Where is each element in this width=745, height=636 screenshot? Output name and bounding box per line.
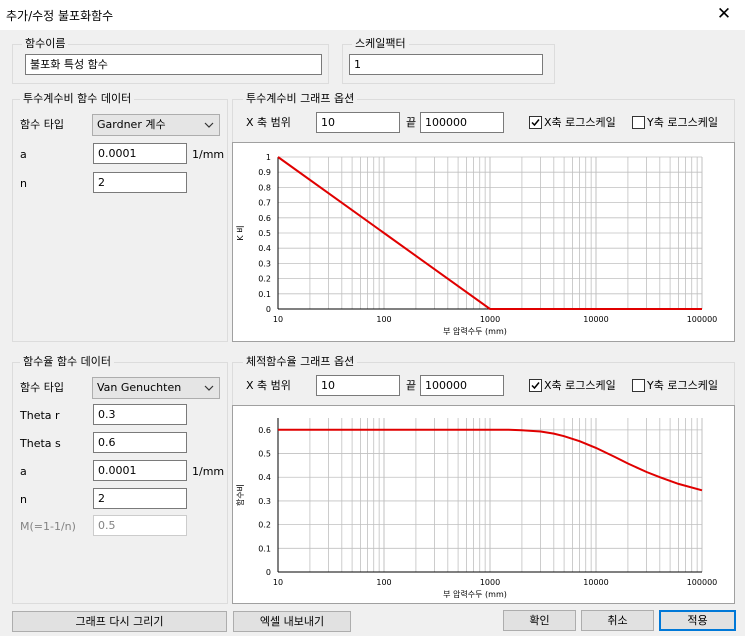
y-tick-label: 1: [266, 153, 271, 162]
y-tick-label: 0.2: [258, 275, 271, 284]
y-tick-label: 0.4: [258, 473, 271, 482]
conductivity-chart-area: 0 0.1 0.2 0.3 0.4 0.5 0.6 0.7 0.8 0.9 1 10 100 1000 10…: [232, 142, 735, 342]
x-tick-label: 100: [376, 578, 391, 587]
conductivity-xlog-label: X축 로그스케일: [544, 116, 616, 129]
y-axis-label: 함수비: [236, 484, 245, 506]
theta-r-label: Theta r: [20, 409, 60, 422]
water-ylog-label: Y축 로그스케일: [647, 379, 718, 392]
y-tick-label: 0.1: [258, 290, 271, 299]
water-type-label: 함수 타입: [20, 381, 64, 394]
x-tick-label: 10: [273, 315, 283, 324]
x-tick-label: 100: [376, 315, 391, 324]
function-name-input[interactable]: 불포화 특성 함수: [25, 54, 322, 75]
conductivity-type-select[interactable]: Gardner 계수: [92, 114, 220, 136]
x-axis-label: 부 압력수두 (mm): [443, 326, 507, 336]
y-tick-label: 0.6: [258, 214, 271, 223]
conductivity-ylog-label: Y축 로그스케일: [647, 116, 718, 129]
scale-factor-input[interactable]: 1: [349, 54, 543, 75]
chevron-down-icon: [204, 122, 214, 128]
y-tick-label: 0.3: [258, 259, 271, 268]
water-xrange-label: X 축 범위: [246, 379, 291, 392]
water-xfrom-input[interactable]: 10: [316, 375, 400, 396]
checkmark-icon: [531, 382, 540, 390]
conductivity-xfrom-input[interactable]: 10: [316, 112, 400, 133]
conductivity-a-label: a: [20, 148, 27, 161]
redraw-graph-button[interactable]: 그래프 다시 그리기: [12, 611, 227, 632]
water-type-select[interactable]: Van Genuchten: [92, 377, 220, 399]
close-button[interactable]: ✕: [713, 3, 735, 25]
water-xlog-label: X축 로그스케일: [544, 379, 616, 392]
x-tick-label: 1000: [480, 578, 500, 587]
conductivity-data-label: 투수계수비 함수 데이터: [20, 92, 135, 105]
x-tick-label: 10: [273, 578, 283, 587]
conductivity-a-unit: 1/mm: [192, 148, 225, 161]
y-tick-label: 0.1: [258, 544, 271, 553]
water-n-label: n: [20, 493, 27, 506]
window-title: 추가/수정 불포화함수: [6, 9, 114, 23]
conductivity-n-input[interactable]: 2: [93, 172, 187, 193]
y-tick-label: 0.9: [258, 168, 271, 177]
theta-s-label: Theta s: [20, 437, 61, 450]
x-tick-label: 1000: [480, 315, 500, 324]
export-excel-button[interactable]: 엑셀 내보내기: [233, 611, 351, 632]
conductivity-end-label: 끝: [406, 116, 417, 129]
ok-button[interactable]: 확인: [503, 610, 576, 631]
conductivity-chart: 0 0.1 0.2 0.3 0.4 0.5 0.6 0.7 0.8 0.9 1 10 100 1000 10…: [236, 153, 718, 336]
water-xto-input[interactable]: 100000: [420, 375, 504, 396]
x-tick-label: 10000: [583, 578, 608, 587]
checkmark-icon: [531, 119, 540, 127]
water-a-input[interactable]: 0.0001: [93, 460, 187, 481]
x-tick-label: 100000: [687, 578, 718, 587]
cancel-button[interactable]: 취소: [581, 610, 654, 631]
water-a-unit: 1/mm: [192, 465, 225, 478]
conductivity-xlog-checkbox[interactable]: [529, 116, 542, 129]
water-ylog-checkbox[interactable]: [632, 379, 645, 392]
x-tick-label: 10000: [583, 315, 608, 324]
title-bar: 추가/수정 불포화함수 ✕: [0, 0, 745, 30]
conductivity-xto-input[interactable]: 100000: [420, 112, 504, 133]
water-chart: 0 0.1 0.2 0.3 0.4 0.5 0.6 10 100 1000 10000 100000 부…: [236, 418, 718, 599]
conductivity-xrange-label: X 축 범위: [246, 116, 291, 129]
y-tick-label: 0: [266, 305, 271, 314]
conductivity-n-label: n: [20, 177, 27, 190]
x-tick-label: 100000: [687, 315, 718, 324]
conductivity-a-input[interactable]: 0.0001: [93, 143, 187, 164]
m-input: 0.5: [93, 515, 187, 536]
scale-factor-label: 스케일팩터: [352, 37, 409, 50]
water-xlog-checkbox[interactable]: [529, 379, 542, 392]
y-tick-label: 0.3: [258, 497, 271, 506]
apply-button[interactable]: 적용: [659, 610, 736, 631]
water-n-input[interactable]: 2: [93, 488, 187, 509]
close-icon: ✕: [716, 4, 732, 24]
x-axis-label: 부 압력수두 (mm): [443, 589, 507, 599]
theta-r-input[interactable]: 0.3: [93, 404, 187, 425]
conductivity-type-label: 함수 타입: [20, 118, 64, 131]
conductivity-ylog-checkbox[interactable]: [632, 116, 645, 129]
y-tick-label: 0.6: [258, 426, 271, 435]
water-data-label: 함수율 함수 데이터: [20, 355, 114, 368]
y-tick-label: 0.8: [258, 183, 271, 192]
y-axis-label: K 비: [236, 225, 245, 240]
water-a-label: a: [20, 465, 27, 478]
function-name-label: 함수이름: [22, 37, 69, 50]
y-tick-label: 0.7: [258, 199, 271, 208]
y-tick-label: 0.4: [258, 244, 271, 253]
conductivity-graph-label: 투수계수비 그래프 옵션: [243, 92, 358, 105]
y-tick-label: 0.2: [258, 521, 271, 530]
chevron-down-icon: [204, 385, 214, 391]
conductivity-type-value: Gardner 계수: [97, 118, 166, 131]
y-tick-label: 0.5: [258, 450, 271, 459]
water-graph-label: 체적함수율 그래프 옵션: [243, 355, 358, 368]
m-label: M(=1-1/n): [20, 520, 76, 533]
water-end-label: 끝: [406, 379, 417, 392]
y-tick-label: 0.5: [258, 229, 271, 238]
y-tick-label: 0: [266, 568, 271, 577]
theta-s-input[interactable]: 0.6: [93, 432, 187, 453]
water-type-value: Van Genuchten: [97, 381, 182, 394]
water-chart-area: 0 0.1 0.2 0.3 0.4 0.5 0.6 10 100 1000 10000 100000 부…: [232, 405, 735, 604]
